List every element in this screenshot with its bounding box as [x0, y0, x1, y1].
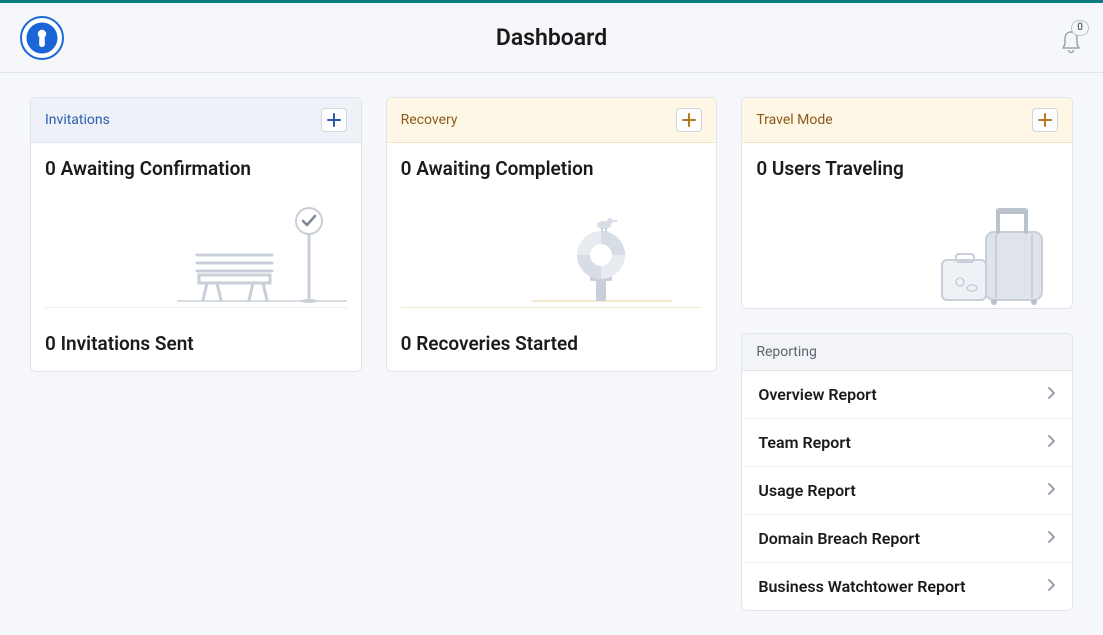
reporting-card-title: Reporting: [756, 344, 817, 360]
plus-icon: [682, 113, 696, 127]
dashboard-content: Invitations 0 Awaiting Confirmation: [0, 73, 1103, 635]
plus-icon: [327, 113, 341, 127]
report-item-domain-breach[interactable]: Domain Breach Report: [742, 514, 1072, 562]
invitations-card-header: Invitations: [31, 98, 361, 143]
chevron-right-icon: [1046, 577, 1056, 596]
report-label: Team Report: [758, 433, 851, 452]
invitations-add-button[interactable]: [321, 108, 347, 132]
recovery-started-stat: 0 Recoveries Started: [387, 318, 717, 371]
chevron-right-icon: [1046, 481, 1056, 500]
recovery-card: Recovery 0 Awaiting Completion: [386, 97, 718, 372]
reporting-list: Overview Report Team Report Usage Report: [742, 371, 1072, 610]
report-item-team[interactable]: Team Report: [742, 418, 1072, 466]
recovery-card-header: Recovery: [387, 98, 717, 143]
reporting-card-header: Reporting: [742, 334, 1072, 371]
header-bar: Dashboard 0: [0, 3, 1103, 73]
recovery-illustration: [401, 188, 703, 308]
travel-mode-card: Travel Mode 0 Users Traveling: [741, 97, 1073, 309]
invitations-illustration: [45, 188, 347, 308]
recovery-add-button[interactable]: [676, 108, 702, 132]
report-label: Usage Report: [758, 481, 855, 500]
plus-icon: [1038, 113, 1052, 127]
invitations-card: Invitations 0 Awaiting Confirmation: [30, 97, 362, 372]
report-label: Business Watchtower Report: [758, 577, 965, 596]
recovery-awaiting-stat: 0 Awaiting Completion: [401, 157, 703, 180]
chevron-right-icon: [1046, 385, 1056, 404]
travel-illustration: [756, 188, 1058, 308]
travel-card-title: Travel Mode: [756, 112, 832, 128]
invitations-awaiting-stat: 0 Awaiting Confirmation: [45, 157, 347, 180]
report-label: Overview Report: [758, 385, 876, 404]
luggage-icon: [898, 198, 1058, 308]
bench-sign-icon: [177, 197, 347, 307]
page-title: Dashboard: [496, 24, 607, 51]
invitations-sent-stat: 0 Invitations Sent: [31, 318, 361, 371]
app-logo[interactable]: [18, 14, 66, 62]
chevron-right-icon: [1046, 529, 1056, 548]
travel-card-header: Travel Mode: [742, 98, 1072, 143]
recovery-card-title: Recovery: [401, 112, 458, 128]
report-item-business-watchtower[interactable]: Business Watchtower Report: [742, 562, 1072, 610]
report-item-usage[interactable]: Usage Report: [742, 466, 1072, 514]
travel-add-button[interactable]: [1032, 108, 1058, 132]
reporting-card: Reporting Overview Report Team Report Us…: [741, 333, 1073, 611]
invitations-card-title: Invitations: [45, 112, 110, 128]
notifications-count-badge: 0: [1071, 20, 1089, 36]
report-label: Domain Breach Report: [758, 529, 920, 548]
lifebuoy-icon: [532, 197, 672, 307]
travel-users-stat: 0 Users Traveling: [756, 157, 1058, 180]
notifications-button[interactable]: 0: [1057, 22, 1085, 54]
chevron-right-icon: [1046, 433, 1056, 452]
report-item-overview[interactable]: Overview Report: [742, 371, 1072, 418]
